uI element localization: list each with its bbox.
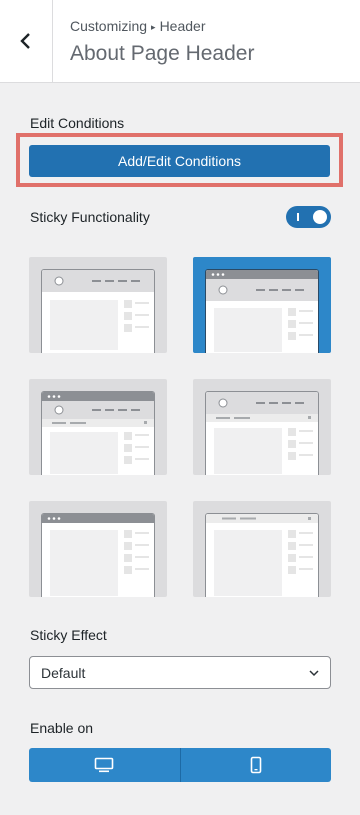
mobile-icon [250,756,262,774]
layout-wireframe-icon [42,270,154,350]
sticky-effect-value: Default [41,664,86,681]
layout-preview [205,513,319,597]
layout-wireframe-icon [206,392,318,474]
layout-preview [205,269,319,353]
desktop-icon [94,757,114,773]
header-layout-option-5[interactable] [29,501,167,597]
layout-preview [205,391,319,475]
layout-wireframe-icon [42,392,154,474]
layout-preview [41,513,155,597]
layout-preview [41,391,155,475]
layout-wireframe-icon [206,270,318,352]
header-layout-option-3[interactable] [29,379,167,475]
sticky-effect-label: Sticky Effect [30,627,107,643]
sticky-effect-select[interactable]: Default [29,656,331,689]
customizer-header: Customizing ▸ Header About Page Header [0,0,360,83]
layout-wireframe-icon [42,514,154,596]
chevron-left-icon [20,33,30,49]
breadcrumb: Customizing ▸ Header [70,18,205,34]
header-layout-option-4[interactable] [193,379,331,475]
chevron-down-icon [309,670,319,677]
sticky-functionality-toggle[interactable] [286,206,331,228]
toggle-knob [313,210,327,224]
mobile-button[interactable] [180,748,331,782]
header-layout-option-1[interactable] [29,257,167,353]
toggle-on-indicator [297,213,299,221]
breadcrumb-separator-icon: ▸ [151,22,156,32]
edit-conditions-label: Edit Conditions [30,115,125,131]
back-button[interactable] [0,0,53,82]
layout-wireframe-icon [206,514,318,596]
breadcrumb-section: Header [159,18,206,34]
add-edit-conditions-button[interactable]: Add/Edit Conditions [29,145,330,177]
header-layout-option-6[interactable] [193,501,331,597]
breadcrumb-root: Customizing [70,18,148,34]
desktop-button[interactable] [29,748,181,782]
device-button-group [29,748,331,782]
page-title: About Page Header [70,42,255,65]
enable-on-label: Enable on [30,720,94,736]
sticky-functionality-label: Sticky Functionality [30,209,150,225]
layout-preview [41,269,155,353]
header-layout-option-2[interactable] [193,257,331,353]
